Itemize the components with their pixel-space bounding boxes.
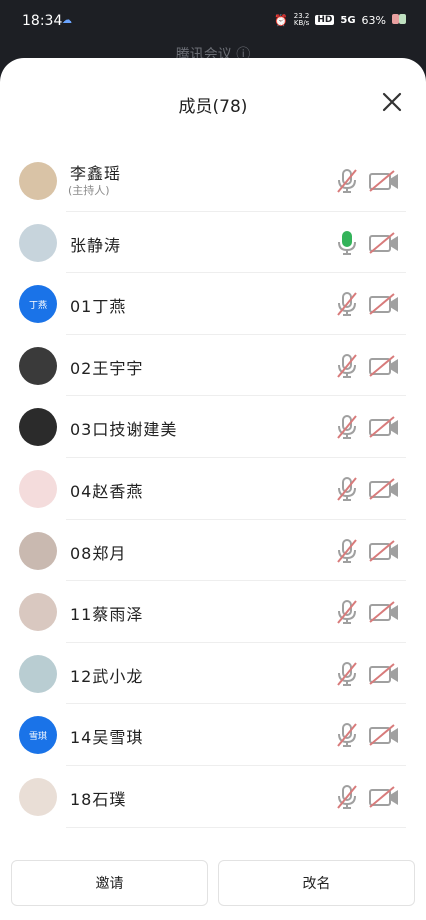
camera-off-icon[interactable]	[368, 169, 400, 193]
member-row[interactable]: 08郑月	[0, 520, 426, 582]
member-row[interactable]: 张静涛	[0, 212, 426, 274]
hd-badge: HD	[315, 15, 335, 25]
avatar	[19, 593, 57, 632]
bottom-action-bar: 邀请 改名	[0, 860, 426, 910]
member-row[interactable]: 12武小龙	[0, 643, 426, 705]
avatar	[19, 223, 57, 262]
invite-button[interactable]: 邀请	[11, 860, 208, 906]
mic-muted-icon[interactable]	[334, 537, 360, 565]
member-name: 14吴雪琪	[70, 728, 144, 748]
camera-off-icon[interactable]	[368, 292, 400, 316]
sheet-header: 成员(78)	[0, 58, 426, 146]
mic-muted-icon[interactable]	[334, 475, 360, 503]
member-row[interactable]: 03口技谢建美	[0, 396, 426, 458]
members-sheet: 成员(78) 李鑫瑶 (主持人) 张静涛丁燕 01丁燕 02王宇宇 03口技谢建美 04赵香…	[0, 58, 426, 920]
avatar	[19, 408, 57, 447]
alarm-icon: ⏰	[274, 13, 288, 27]
avatar	[19, 531, 57, 570]
close-icon[interactable]	[380, 90, 404, 114]
avatar: 丁燕	[19, 285, 57, 324]
member-row[interactable]: 丁燕 01丁燕	[0, 273, 426, 335]
camera-off-icon[interactable]	[368, 354, 400, 378]
network-speed: 23.2 KB/s	[293, 12, 310, 27]
member-row[interactable]: 11蔡雨泽	[0, 581, 426, 643]
camera-off-icon[interactable]	[368, 600, 400, 624]
status-time: 18:34	[22, 13, 63, 29]
camera-off-icon[interactable]	[368, 539, 400, 563]
camera-off-icon[interactable]	[368, 723, 400, 747]
member-name: 04赵香燕	[70, 481, 144, 501]
avatar	[19, 469, 57, 508]
member-row[interactable]: 04赵香燕	[0, 458, 426, 520]
cloud-icon: ☁	[62, 15, 72, 26]
mic-muted-icon[interactable]	[334, 721, 360, 749]
member-name: 08郑月	[70, 543, 127, 563]
mic-muted-icon[interactable]	[334, 783, 360, 811]
member-list: 李鑫瑶 (主持人) 张静涛丁燕 01丁燕 02王宇宇 03口技谢建美 04赵香燕 08郑月 11…	[0, 150, 426, 828]
camera-off-icon[interactable]	[368, 415, 400, 439]
member-row[interactable]: 18石璞	[0, 766, 426, 828]
mic-on-icon[interactable]	[334, 229, 360, 257]
status-indicators: ⏰ 23.2 KB/s HD 5G 63%	[274, 13, 406, 27]
member-row[interactable]: 李鑫瑶 (主持人)	[0, 150, 426, 212]
mic-muted-icon[interactable]	[334, 290, 360, 318]
battery-percent: 63%	[361, 13, 386, 27]
status-bar: 18:34 ☁ ⏰ 23.2 KB/s HD 5G 63%	[0, 0, 426, 44]
camera-off-icon[interactable]	[368, 662, 400, 686]
member-role: (主持人)	[68, 184, 110, 197]
mic-muted-icon[interactable]	[334, 352, 360, 380]
mic-muted-icon[interactable]	[334, 413, 360, 441]
member-name: 03口技谢建美	[70, 420, 178, 440]
camera-off-icon[interactable]	[368, 785, 400, 809]
member-name: 李鑫瑶	[70, 164, 122, 183]
member-row[interactable]: 02王宇宇	[0, 335, 426, 397]
rename-button[interactable]: 改名	[218, 860, 415, 906]
member-name: 张静涛	[70, 235, 122, 255]
network-type: 5G	[340, 14, 356, 26]
camera-off-icon[interactable]	[368, 477, 400, 501]
mic-muted-icon[interactable]	[334, 598, 360, 626]
member-name: 01丁燕	[70, 297, 127, 317]
member-row[interactable]: 雪琪 14吴雪琪	[0, 704, 426, 766]
battery-icon	[392, 13, 406, 27]
mic-muted-icon[interactable]	[334, 167, 360, 195]
member-name: 12武小龙	[70, 666, 144, 686]
avatar	[19, 777, 57, 816]
sheet-title: 成员(78)	[178, 97, 248, 117]
avatar	[19, 654, 57, 693]
avatar	[19, 162, 57, 200]
member-name: 02王宇宇	[70, 358, 144, 378]
member-name: 18石璞	[70, 789, 127, 809]
mic-muted-icon[interactable]	[334, 660, 360, 688]
camera-off-icon[interactable]	[368, 231, 400, 255]
avatar	[19, 346, 57, 385]
avatar: 雪琪	[19, 716, 57, 755]
member-name: 11蔡雨泽	[70, 605, 144, 625]
